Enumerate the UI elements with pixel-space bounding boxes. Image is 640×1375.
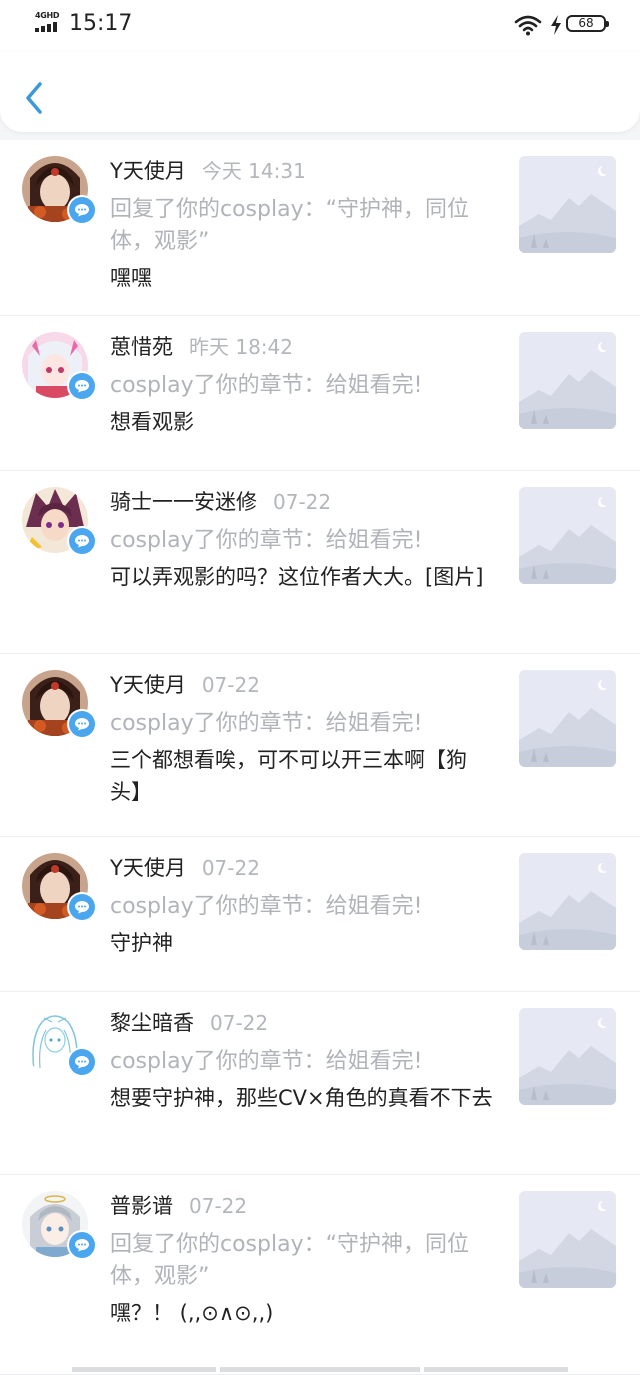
timestamp: 07-22 bbox=[210, 1011, 269, 1035]
reference-text: cosplay了你的章节：给姐看完! bbox=[110, 373, 423, 398]
reference-text: cosplay了你的章节：给姐看完! bbox=[110, 1049, 423, 1074]
notification-list: Y天使月 今天 14:31 回复了你的cosplay：“守护神，同位体，观影” 嘿… bbox=[0, 140, 640, 1375]
avatar[interactable] bbox=[22, 156, 97, 230]
reference-text: cosplay了你的章节：给姐看完! bbox=[110, 528, 423, 553]
chat-bubble-icon bbox=[75, 1239, 89, 1252]
wifi-icon bbox=[514, 15, 542, 36]
charging-icon bbox=[551, 15, 561, 35]
cover-thumbnail[interactable] bbox=[519, 1008, 616, 1105]
message-text: 想要守护神，那些CV×角色的真看不下去 bbox=[110, 1086, 493, 1110]
message-text: 嘿？！ (,,⊙∧⊙,,) bbox=[110, 1301, 274, 1325]
placeholder-image-icon bbox=[519, 156, 616, 253]
placeholder-image-icon bbox=[519, 1191, 616, 1288]
avatar[interactable] bbox=[22, 853, 97, 927]
cover-thumbnail[interactable] bbox=[519, 670, 616, 767]
user-name[interactable]: Y天使月 bbox=[110, 673, 186, 697]
reference-text: 回复了你的cosplay：“守护神，同位体，观影” bbox=[110, 1232, 469, 1289]
chevron-left-icon bbox=[26, 82, 42, 114]
network-type: 4GHD bbox=[35, 11, 60, 20]
message-text: 三个都想看唉，可不可以开三本啊【狗头】 bbox=[110, 748, 467, 804]
chat-bubble-icon bbox=[75, 380, 89, 393]
timestamp: 昨天 18:42 bbox=[189, 335, 293, 359]
chat-bubble-icon bbox=[75, 204, 89, 217]
comment-badge bbox=[67, 709, 97, 739]
item-content: 黎尘暗香 07-22 cosplay了你的章节：给姐看完! 想要守护神，那些CV×… bbox=[110, 1008, 494, 1114]
list-item[interactable]: 葸惜苑 昨天 18:42 cosplay了你的章节：给姐看完! 想看观影 bbox=[0, 316, 640, 471]
message-text: 嘿嘿 bbox=[110, 266, 152, 290]
user-name[interactable]: 普影谱 bbox=[110, 1194, 173, 1218]
avatar[interactable] bbox=[22, 1008, 97, 1082]
item-content: Y天使月 07-22 cosplay了你的章节：给姐看完! 三个都想看唉，可不可以… bbox=[110, 670, 494, 808]
user-name[interactable]: Y天使月 bbox=[110, 159, 186, 183]
placeholder-image-icon bbox=[519, 1008, 616, 1105]
cover-thumbnail[interactable] bbox=[519, 1191, 616, 1288]
bottom-edge bbox=[0, 1365, 640, 1372]
comment-badge bbox=[67, 526, 97, 556]
item-content: Y天使月 今天 14:31 回复了你的cosplay：“守护神，同位体，观影” 嘿… bbox=[110, 156, 494, 294]
reference-text: 回复了你的cosplay：“守护神，同位体，观影” bbox=[110, 197, 469, 254]
chat-bubble-icon bbox=[75, 718, 89, 731]
placeholder-image-icon bbox=[519, 670, 616, 767]
signal-icon bbox=[35, 22, 63, 32]
reference-text: cosplay了你的章节：给姐看完! bbox=[110, 711, 423, 736]
clock: 15:17 bbox=[69, 11, 133, 36]
timestamp: 07-22 bbox=[273, 490, 332, 514]
list-item[interactable]: 骑士一一安迷修 07-22 cosplay了你的章节：给姐看完! 可以弄观影的吗？… bbox=[0, 471, 640, 654]
cover-thumbnail[interactable] bbox=[519, 156, 616, 253]
avatar[interactable] bbox=[22, 487, 97, 561]
placeholder-image-icon bbox=[519, 487, 616, 584]
comment-badge bbox=[67, 892, 97, 922]
user-name[interactable]: 黎尘暗香 bbox=[110, 1011, 194, 1035]
placeholder-image-icon bbox=[519, 853, 616, 950]
list-item[interactable]: Y天使月 07-22 cosplay了你的章节：给姐看完! 守护神 bbox=[0, 837, 640, 992]
status-bar: 4GHD 15:17 68 bbox=[0, 0, 640, 52]
timestamp: 今天 14:31 bbox=[201, 159, 306, 183]
message-text: 想看观影 bbox=[110, 410, 194, 434]
user-name[interactable]: 骑士一一安迷修 bbox=[110, 490, 257, 514]
timestamp: 07-22 bbox=[201, 673, 260, 697]
timestamp: 07-22 bbox=[189, 1194, 248, 1218]
comment-badge bbox=[67, 371, 97, 401]
comment-badge bbox=[67, 195, 97, 225]
back-button[interactable] bbox=[18, 78, 54, 118]
signal-indicator: 4GHD bbox=[35, 11, 63, 35]
list-item[interactable]: Y天使月 07-22 cosplay了你的章节：给姐看完! 三个都想看唉，可不可以… bbox=[0, 654, 640, 837]
timestamp: 07-22 bbox=[201, 856, 260, 880]
item-content: 葸惜苑 昨天 18:42 cosplay了你的章节：给姐看完! 想看观影 bbox=[110, 332, 494, 438]
avatar[interactable] bbox=[22, 332, 97, 406]
cover-thumbnail[interactable] bbox=[519, 487, 616, 584]
chat-bubble-icon bbox=[75, 535, 89, 548]
chat-bubble-icon bbox=[75, 901, 89, 914]
list-item[interactable]: 普影谱 07-22 回复了你的cosplay：“守护神，同位体，观影” 嘿？！ (… bbox=[0, 1175, 640, 1375]
comment-badge bbox=[67, 1047, 97, 1077]
list-item[interactable]: 黎尘暗香 07-22 cosplay了你的章节：给姐看完! 想要守护神，那些CV×… bbox=[0, 992, 640, 1175]
item-content: Y天使月 07-22 cosplay了你的章节：给姐看完! 守护神 bbox=[110, 853, 494, 959]
comment-badge bbox=[67, 1230, 97, 1260]
placeholder-image-icon bbox=[519, 332, 616, 429]
message-text: 可以弄观影的吗？这位作者大大。[图片] bbox=[110, 565, 484, 589]
battery-icon: 68 bbox=[566, 15, 609, 32]
battery-level: 68 bbox=[578, 16, 594, 30]
avatar[interactable] bbox=[22, 670, 97, 744]
cover-thumbnail[interactable] bbox=[519, 332, 616, 429]
cover-thumbnail[interactable] bbox=[519, 853, 616, 950]
message-text: 守护神 bbox=[110, 931, 173, 955]
header bbox=[0, 52, 640, 132]
item-content: 普影谱 07-22 回复了你的cosplay：“守护神，同位体，观影” 嘿？！ (… bbox=[110, 1191, 494, 1329]
list-item[interactable]: Y天使月 今天 14:31 回复了你的cosplay：“守护神，同位体，观影” 嘿… bbox=[0, 140, 640, 316]
item-content: 骑士一一安迷修 07-22 cosplay了你的章节：给姐看完! 可以弄观影的吗？… bbox=[110, 487, 494, 593]
chat-bubble-icon bbox=[75, 1056, 89, 1069]
user-name[interactable]: Y天使月 bbox=[110, 856, 186, 880]
reference-text: cosplay了你的章节：给姐看完! bbox=[110, 894, 423, 919]
avatar[interactable] bbox=[22, 1191, 97, 1265]
user-name[interactable]: 葸惜苑 bbox=[110, 335, 173, 359]
